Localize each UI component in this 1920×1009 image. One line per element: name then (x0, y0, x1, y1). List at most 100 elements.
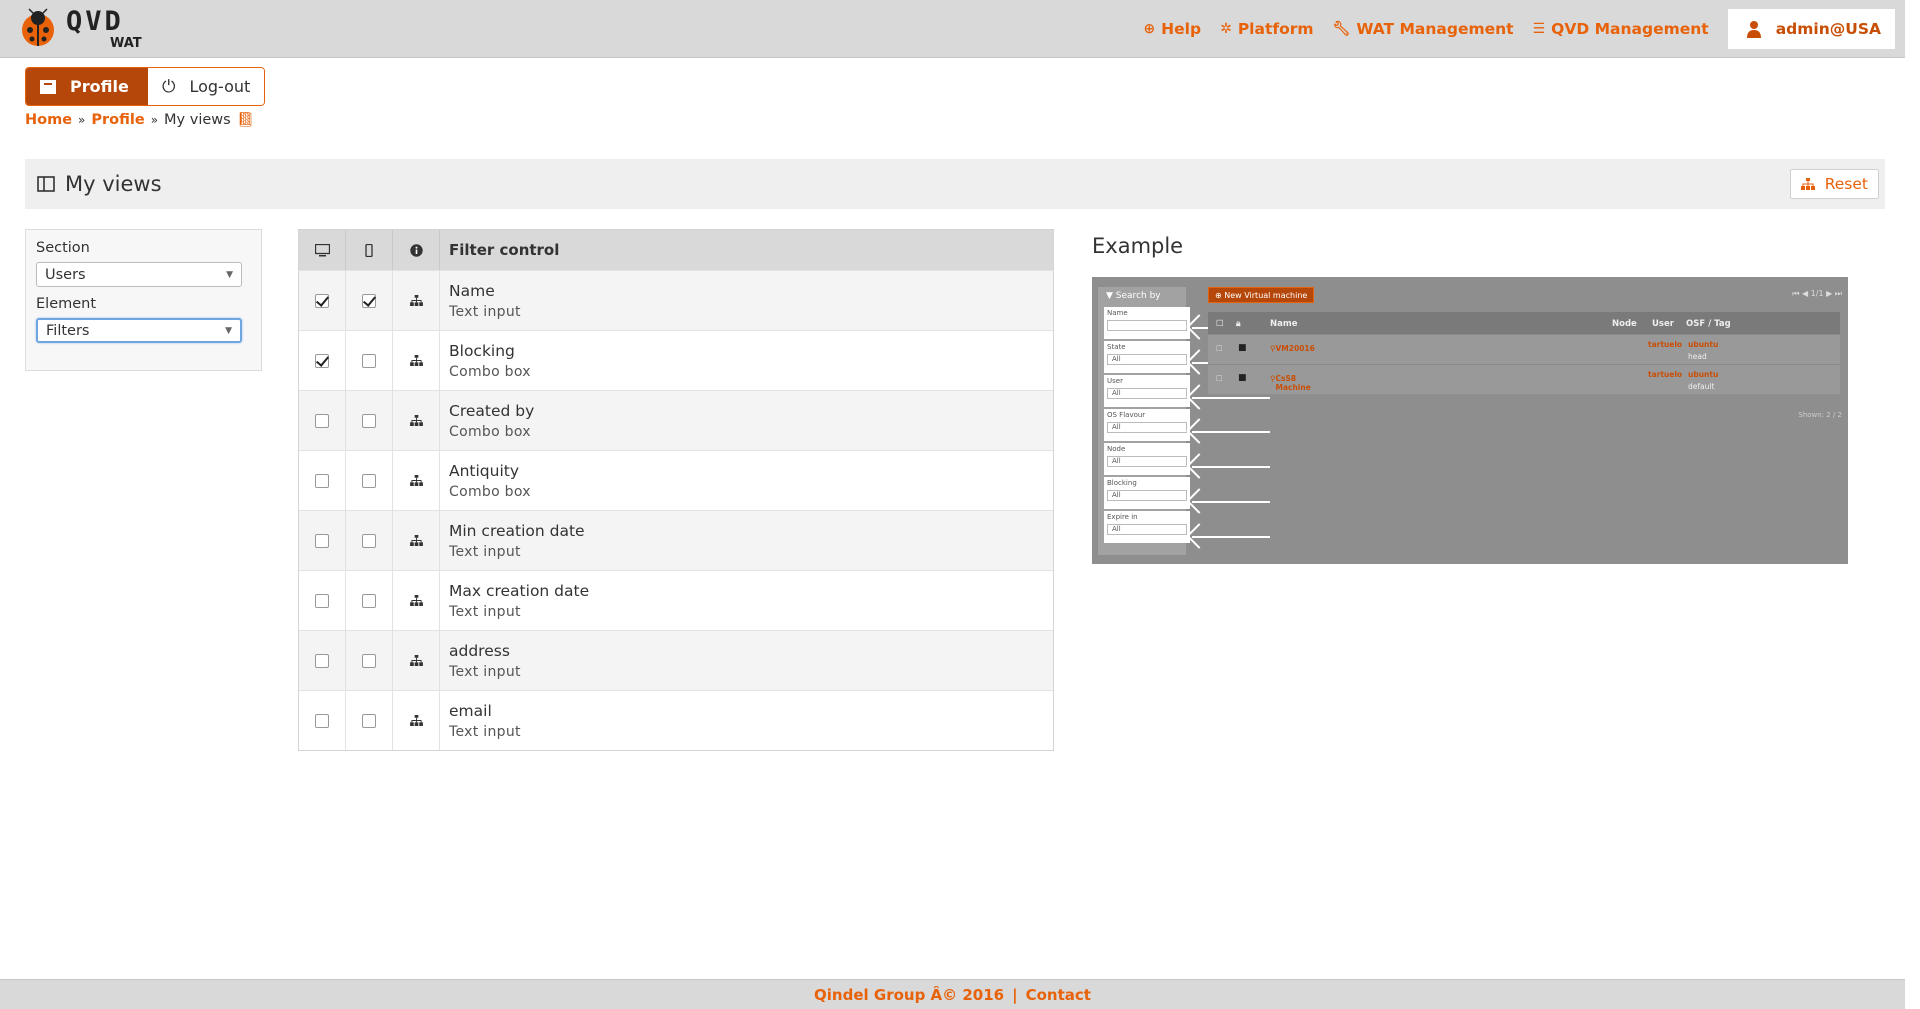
mobile-visible-checkbox[interactable] (362, 353, 376, 368)
filter-control-cell: Name Text input (440, 271, 1053, 330)
qvd-logo[interactable]: QVD WAT (18, 6, 148, 51)
breadcrumb-separator-icon: » (150, 113, 159, 127)
sitemap-icon[interactable] (409, 475, 423, 486)
breadcrumb-home[interactable]: Home (25, 112, 72, 128)
example-arrow-icon (1192, 431, 1270, 434)
sitemap-icon[interactable] (409, 535, 423, 546)
section-select[interactable]: Users ▼ (36, 262, 242, 287)
example-table-header: ☐ 🔒︎ Name Node User OSF / Tag (1208, 312, 1840, 334)
reset-button-label: Reset (1824, 175, 1868, 193)
filter-control-cell: Blocking Combo box (440, 331, 1053, 390)
table-row: Min creation date Text input (299, 510, 1053, 570)
example-title: Example (1092, 234, 1184, 258)
logout-button-label: Log-out (189, 77, 251, 96)
mobile-visible-checkbox[interactable] (362, 593, 376, 608)
example-filter-label: Name (1107, 309, 1128, 317)
nav-wat-management[interactable]: 🔧︎ WAT Management (1333, 20, 1514, 38)
section-label: Section (36, 240, 90, 256)
mobile-visible-checkbox[interactable] (362, 653, 376, 668)
example-filter-select: All (1107, 354, 1187, 365)
mobile-cell (346, 271, 393, 330)
footer-contact-link[interactable]: Contact (1026, 986, 1091, 1004)
mobile-visible-checkbox[interactable] (362, 413, 376, 428)
reset-button[interactable]: Reset (1789, 169, 1879, 199)
example-pager-label: 1/1 (1810, 289, 1824, 298)
view-selector-panel: Section Users ▼ Element Filters ▼ (25, 229, 262, 371)
example-new-vm-button: ⊕ New Virtual machine (1208, 287, 1315, 303)
example-row-status-icon: ■ (1238, 373, 1247, 383)
desktop-visible-checkbox[interactable] (315, 533, 329, 548)
mobile-visible-checkbox[interactable] (362, 713, 376, 728)
page-title: My views (37, 172, 162, 196)
desktop-visible-checkbox[interactable] (315, 353, 329, 368)
desktop-visible-checkbox[interactable] (315, 713, 329, 728)
desktop-visible-checkbox[interactable] (315, 593, 329, 608)
example-row-status-icon: ■ (1238, 343, 1247, 353)
example-lock-icon: 🔒︎ (1236, 319, 1241, 329)
mobile-cell (346, 331, 393, 390)
info-cell (393, 691, 440, 750)
desktop-visible-checkbox[interactable] (315, 413, 329, 428)
example-filter-field: State All (1104, 341, 1190, 373)
desktop-cell (299, 451, 346, 510)
nav-help[interactable]: ⊕ Help (1143, 20, 1201, 38)
desktop-icon (314, 243, 330, 256)
filter-control-type: Text input (449, 663, 521, 680)
nav-qvd-management[interactable]: ☰ QVD Management (1533, 20, 1709, 38)
example-search-by-label: Search by (1115, 291, 1161, 301)
sitemap-icon[interactable] (409, 655, 423, 666)
filter-control-type: Text input (449, 303, 521, 320)
mobile-visible-checkbox[interactable] (362, 293, 376, 308)
desktop-visible-checkbox[interactable] (315, 473, 329, 488)
table-row: Created by Combo box (299, 390, 1053, 450)
example-arrow-icon (1192, 396, 1270, 399)
section-select-value: Users (45, 266, 86, 283)
sitemap-icon[interactable] (409, 295, 423, 306)
footer-separator: | (1012, 985, 1018, 1004)
mobile-cell (346, 691, 393, 750)
mobile-visible-checkbox[interactable] (362, 533, 376, 548)
sitemap-icon[interactable] (409, 595, 423, 606)
documentation-book-icon[interactable]: 📙︎ (237, 112, 255, 128)
wrench-icon: 🔧︎ (1332, 21, 1351, 37)
example-row-checkbox: ☐ (1216, 344, 1223, 353)
help-icon: ⊕ (1143, 21, 1156, 37)
profile-actions: Profile ⏻ Log-out (25, 67, 266, 106)
sitemap-icon[interactable] (409, 715, 423, 726)
desktop-visible-checkbox[interactable] (315, 653, 329, 668)
profile-button[interactable]: Profile (26, 68, 148, 105)
user-menu[interactable]: admin@USA (1727, 9, 1895, 49)
filter-control-type: Combo box (449, 363, 531, 380)
example-filter-select (1107, 320, 1187, 331)
example-row-name: ⚲ VM20016 (1270, 344, 1315, 353)
filter-control-cell: Min creation date Text input (440, 511, 1053, 570)
example-filter-label: Expire in (1107, 513, 1138, 521)
example-row-tag: default (1688, 382, 1715, 391)
mobile-visible-checkbox[interactable] (362, 473, 376, 488)
filter-control-type: Combo box (449, 483, 531, 500)
example-col-node: Node (1612, 319, 1637, 329)
sitemap-icon[interactable] (409, 415, 423, 426)
example-filter-field: OS Flavour All (1104, 409, 1190, 441)
element-select[interactable]: Filters ▼ (36, 318, 242, 343)
breadcrumb-profile[interactable]: Profile (91, 112, 144, 128)
example-filter-label: State (1107, 343, 1126, 351)
example-new-vm-label: New Virtual machine (1224, 291, 1308, 300)
filter-control-type: Text input (449, 543, 521, 560)
example-filter-label: OS Flavour (1107, 411, 1146, 419)
desktop-visible-checkbox[interactable] (315, 293, 329, 308)
nav-platform[interactable]: ✲ Platform (1220, 20, 1313, 38)
example-filter-select: All (1107, 524, 1187, 535)
info-icon (409, 243, 423, 257)
example-arrow-icon (1192, 535, 1270, 538)
sitemap-icon[interactable] (409, 355, 423, 366)
mobile-cell (346, 571, 393, 630)
example-row-name: ⚲ CsS8 Machine (1270, 374, 1311, 392)
example-search-panel: ▼ Search by Name State All User All OS Fla… (1098, 287, 1190, 555)
page-title-bar: My views Reset (25, 159, 1885, 209)
table-row: Blocking Combo box (299, 330, 1053, 390)
filter-control-name: address (449, 641, 510, 660)
logout-button[interactable]: ⏻ Log-out (148, 68, 265, 105)
filter-control-column-header: Filter control (449, 241, 560, 259)
mobile-cell (346, 391, 393, 450)
